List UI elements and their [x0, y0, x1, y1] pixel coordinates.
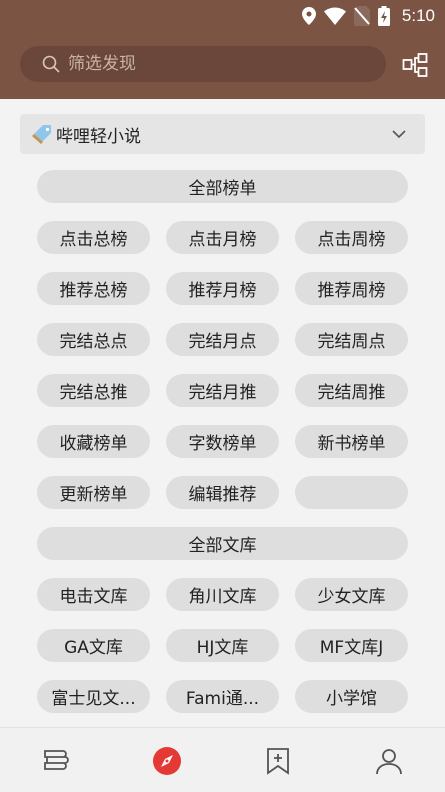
- explore-chip[interactable]: 小学馆: [295, 680, 408, 713]
- compass-icon[interactable]: [152, 746, 182, 776]
- user-icon[interactable]: [374, 746, 404, 776]
- explore-chip[interactable]: 点击月榜: [166, 221, 279, 254]
- search-input[interactable]: [68, 54, 368, 74]
- battery-charging-icon: [377, 6, 390, 26]
- explore-chip[interactable]: 完结月推: [166, 374, 279, 407]
- explore-chip[interactable]: 完结总推: [37, 374, 150, 407]
- explore-chip[interactable]: 编辑推荐: [166, 476, 279, 509]
- source-tree-icon[interactable]: [402, 52, 428, 78]
- status-time: 5:10: [401, 6, 435, 25]
- explore-chip[interactable]: 推荐总榜: [37, 272, 150, 305]
- section-header[interactable]: 全部文库: [37, 527, 408, 560]
- explore-chip[interactable]: [295, 476, 408, 509]
- bookmark-add-icon[interactable]: [263, 746, 293, 776]
- source-select[interactable]: 哔哩轻小说: [20, 114, 425, 154]
- wifi-icon: [323, 7, 346, 25]
- explore-chip[interactable]: 更新榜单: [37, 476, 150, 509]
- tag-icon: [32, 125, 51, 144]
- section-header[interactable]: 全部榜单: [37, 170, 408, 203]
- explore-chip[interactable]: Fami通...: [166, 680, 279, 713]
- bottom-nav: [0, 727, 445, 792]
- explore-chip[interactable]: MF文库J: [295, 629, 408, 662]
- explore-chip[interactable]: 完结周推: [295, 374, 408, 407]
- explore-chip[interactable]: 点击周榜: [295, 221, 408, 254]
- no-sim-icon: [353, 6, 370, 26]
- source-label: 哔哩轻小说: [56, 126, 141, 147]
- explore-chip[interactable]: 电击文库: [37, 578, 150, 611]
- explore-chip[interactable]: 字数榜单: [166, 425, 279, 458]
- explore-chip[interactable]: GA文库: [37, 629, 150, 662]
- explore-chip[interactable]: 少女文库: [295, 578, 408, 611]
- explore-chip[interactable]: 完结月点: [166, 323, 279, 356]
- explore-chip[interactable]: 点击总榜: [37, 221, 150, 254]
- search-bar[interactable]: [20, 46, 386, 82]
- location-icon: [301, 7, 316, 25]
- explore-chip[interactable]: 完结总点: [37, 323, 150, 356]
- explore-chip[interactable]: 新书榜单: [295, 425, 408, 458]
- explore-chip[interactable]: 收藏榜单: [37, 425, 150, 458]
- explore-chip[interactable]: 角川文库: [166, 578, 279, 611]
- search-icon: [42, 55, 60, 73]
- explore-chip[interactable]: 推荐周榜: [295, 272, 408, 305]
- app-header: 5:10: [0, 0, 445, 99]
- status-bar: 5:10: [0, 0, 445, 32]
- explore-chip[interactable]: 推荐月榜: [166, 272, 279, 305]
- explore-chip[interactable]: HJ文库: [166, 629, 279, 662]
- bookshelf-icon[interactable]: [40, 746, 70, 776]
- explore-chip[interactable]: 完结周点: [295, 323, 408, 356]
- chevron-down-icon: [392, 130, 406, 139]
- explore-chip[interactable]: 富士见文...: [37, 680, 150, 713]
